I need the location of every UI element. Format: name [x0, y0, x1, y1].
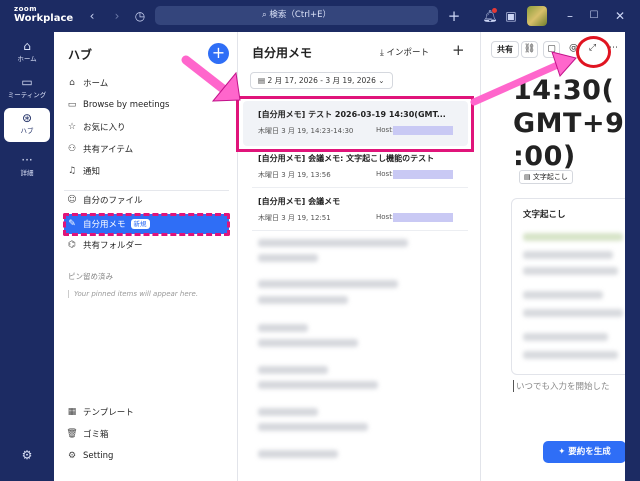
arrow-to-note [181, 55, 241, 102]
annotation-arrows [181, 51, 577, 106]
arrow-to-expand [470, 51, 577, 106]
